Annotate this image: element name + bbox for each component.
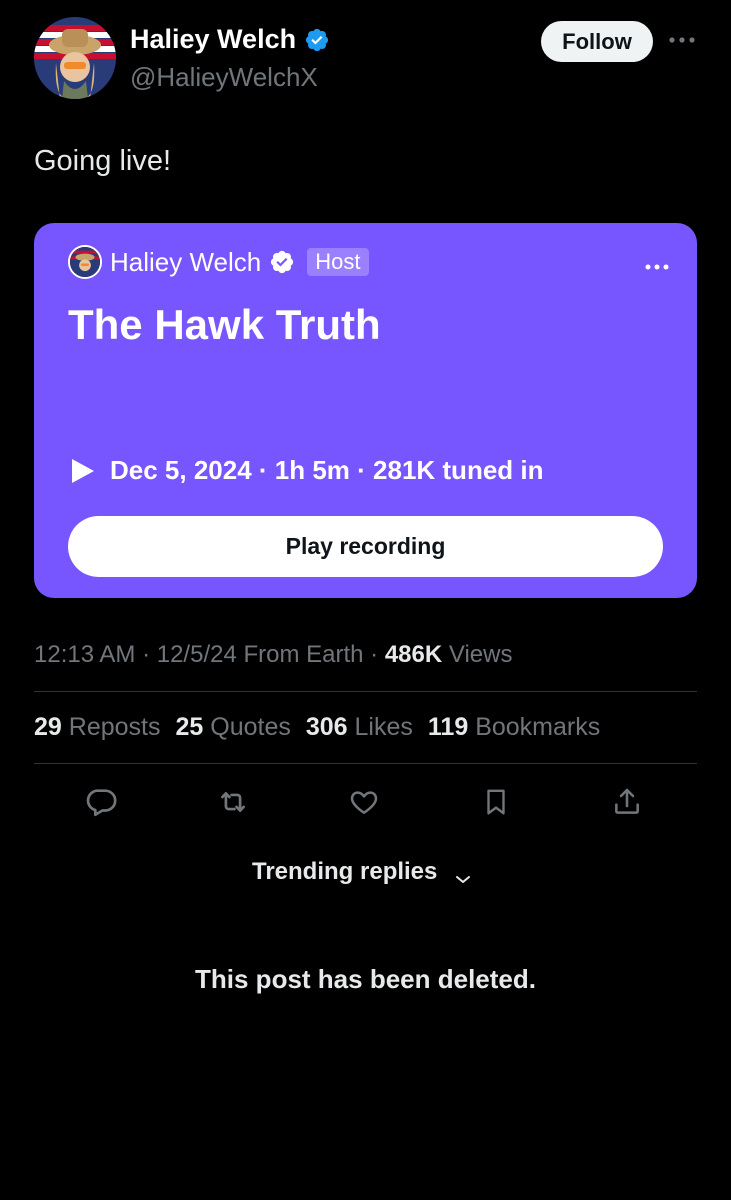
stat-number: 306 [305,713,348,741]
stat-number: 25 [175,713,204,741]
space-meta-row: Dec 5, 2024 · 1h 5m · 281K tuned in [70,455,544,486]
verified-badge-icon [304,27,330,53]
host-name: Haliey Welch [110,246,262,277]
deleted-post-notice: This post has been deleted. [195,964,536,994]
stat-reposts[interactable]: 29 Reposts [34,713,160,742]
stat-likes[interactable]: 306 Likes [306,713,413,742]
more-options-icon[interactable] [666,26,698,54]
play-icon [70,457,96,485]
post-text: Going live! [34,145,172,177]
reply-sort-label: Trending replies [252,858,438,885]
share-icon[interactable] [609,784,645,820]
views-label: Views [442,641,513,668]
play-recording-button[interactable]: Play recording [68,516,663,577]
space-host-row: Haliey Welch Host [68,245,369,279]
space-card[interactable]: Haliey Welch Host The Hawk Truth Dec 5, … [34,223,697,598]
stat-bookmarks[interactable]: 119 Bookmarks [428,713,600,742]
author-avatar[interactable] [34,17,116,99]
reply-icon[interactable] [83,784,119,820]
bookmark-icon[interactable] [478,784,514,820]
views-count[interactable]: 486K [385,641,442,668]
timestamp-text: 12:13 AM · 12/5/24 From Earth · [34,641,385,668]
host-avatar [68,245,102,279]
engagement-stats: 29 Reposts 25 Quotes 306 Likes 119 Bookm… [34,713,600,742]
divider [34,763,697,764]
stat-label: Reposts [68,713,161,741]
reply-sort-dropdown[interactable]: Trending replies [252,858,473,886]
space-title: The Hawk Truth [68,301,381,348]
author-handle[interactable]: @HalieyWelchX [130,62,318,93]
space-more-options-icon[interactable] [640,255,674,279]
chevron-down-icon [453,865,473,883]
stat-label: Quotes [210,713,291,741]
stat-label: Bookmarks [475,713,601,741]
author-name-row[interactable]: Haliey Welch [130,24,330,55]
author-display-name: Haliey Welch [130,24,297,54]
follow-button[interactable]: Follow [541,21,653,62]
host-badge: Host [307,248,369,276]
post-timestamp: 12:13 AM · 12/5/24 From Earth · 486K Vie… [34,641,512,669]
stat-quotes[interactable]: 25 Quotes [175,713,290,742]
like-icon[interactable] [346,784,382,820]
host-verified-icon [269,249,295,275]
stat-label: Likes [354,713,413,741]
divider [34,691,697,692]
stat-number: 119 [427,713,469,741]
stat-number: 29 [34,713,62,741]
repost-icon[interactable] [215,784,251,820]
space-meta-text: Dec 5, 2024 · 1h 5m · 281K tuned in [110,455,544,485]
